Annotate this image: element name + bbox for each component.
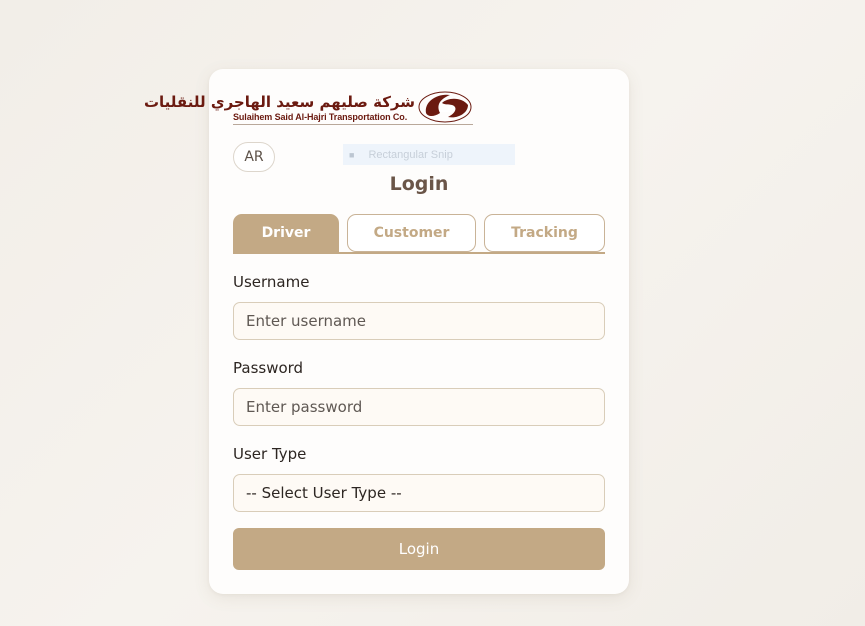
username-label: Username bbox=[233, 273, 310, 291]
snip-icon: ■ bbox=[349, 149, 355, 160]
login-card: شركة صليهم سعيد الهاجري للنقليات Sulaihe… bbox=[143, 69, 629, 594]
company-logo-mark-icon bbox=[418, 91, 472, 123]
password-label: Password bbox=[233, 359, 304, 377]
user-type-selected-value: -- Select User Type -- bbox=[246, 484, 402, 502]
tab-customer[interactable]: Customer bbox=[347, 214, 476, 252]
username-input[interactable] bbox=[233, 302, 605, 340]
login-type-tabs: Driver Customer Tracking bbox=[233, 214, 605, 254]
logo-arabic-name: شركة صليهم سعيد الهاجري للنقليات bbox=[143, 93, 415, 111]
password-input[interactable] bbox=[233, 388, 605, 426]
snip-label: Rectangular Snip bbox=[368, 148, 453, 161]
login-button[interactable]: Login bbox=[233, 528, 605, 570]
rectangular-snip-overlay: ■ Rectangular Snip bbox=[343, 144, 515, 165]
language-toggle-button[interactable]: AR bbox=[233, 142, 275, 172]
logo-english-name: Sulaihem Said Al-Hajri Transportation Co… bbox=[233, 112, 408, 122]
user-type-label: User Type bbox=[233, 445, 307, 463]
user-type-select[interactable]: -- Select User Type -- bbox=[233, 474, 605, 512]
page-title: Login bbox=[389, 173, 449, 195]
company-logo: شركة صليهم سعيد الهاجري للنقليات Sulaihe… bbox=[143, 91, 473, 127]
tab-tracking[interactable]: Tracking bbox=[484, 214, 605, 252]
tab-driver[interactable]: Driver bbox=[233, 214, 339, 252]
